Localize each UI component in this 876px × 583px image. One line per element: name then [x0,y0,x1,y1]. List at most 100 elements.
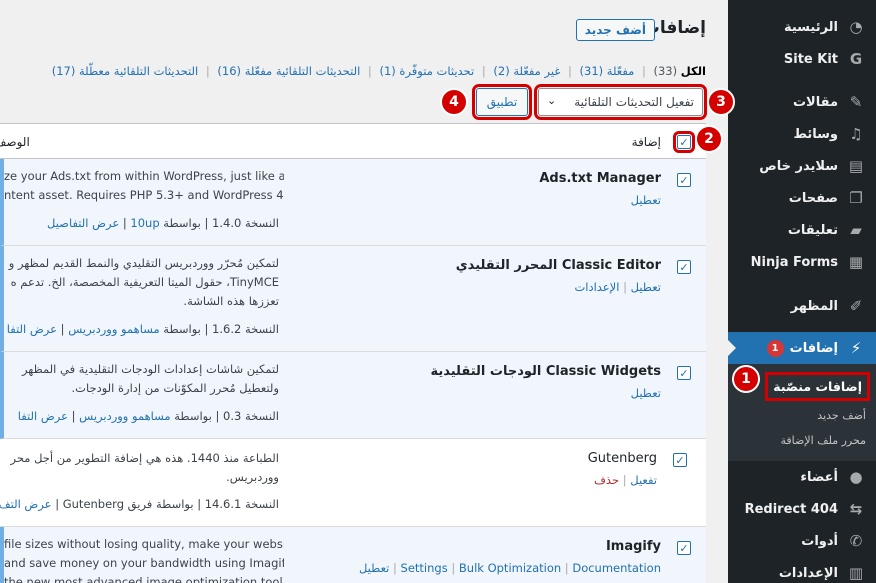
menu-label: أعضاء [800,469,838,485]
settings-link[interactable]: الإعدادات [574,280,619,294]
main-content: إضافات أضف جديد الكل (33) | مفعّلة (31) … [0,0,728,583]
page-icon: ❐ [849,189,863,207]
menu-pages[interactable]: ❐ صفحات [728,182,876,214]
row-checkbox[interactable]: ✓ [677,173,691,187]
settings-link[interactable]: Settings [401,561,448,575]
view-details-link[interactable]: عرض التفاصيل [47,216,119,230]
filter-auto-updates-enabled[interactable]: التحديثات التلقائية مفعّلة (16) [217,64,360,78]
menu-ninja-forms[interactable]: ▦ Ninja Forms [728,246,876,278]
menu-label: سلايدر خاص [759,158,838,174]
deactivate-link[interactable]: تعطيل [359,561,389,575]
plugin-version: النسخة 1.6.2 [212,322,279,336]
table-header: ✓ إضافة الوصف [0,124,706,159]
add-new-button[interactable]: أضف جديد [575,19,655,41]
update-count-badge: 1 [766,339,784,357]
plugin-version: النسخة 1.4.0 [212,216,279,230]
bulk-optimization-link[interactable]: Bulk Optimization [459,561,561,575]
filter-inactive[interactable]: غير مفعّلة (2) [493,64,560,78]
author-link[interactable]: 10up [130,216,159,230]
menu-label: أدوات [801,533,838,549]
author-link[interactable]: مساهمو ووردبريس [79,409,170,423]
separator: | [567,64,572,78]
plugin-version: النسخة 0.3 [223,409,279,423]
dashboard-icon: ◔ [849,18,863,36]
row-checkbox[interactable]: ✓ [673,453,687,467]
filter-updates[interactable]: تحديثات متوفّرة (1) [379,64,474,78]
row-checkbox[interactable]: ✓ [677,260,691,274]
delete-link[interactable]: حذف [594,473,619,487]
row-checkbox[interactable]: ✓ [677,541,691,555]
plugin-description: file sizes without losing quality, make … [4,535,284,583]
menu-label: وسائط [793,126,838,142]
slider-icon: ▤ [848,157,864,175]
bulk-action-select[interactable]: تفعيل التحديثات التلقائية ⌄ [534,84,707,120]
wrench-icon: ✆ [849,532,863,550]
menu-redirect-404[interactable]: ⇆ Redirect 404 [728,493,876,525]
filter-active[interactable]: مفعّلة (31) [580,64,635,78]
select-all-checkbox[interactable]: ✓ [673,131,695,153]
filter-all[interactable]: الكل [681,64,706,78]
apply-button[interactable]: تطبيق [472,84,532,120]
menu-media[interactable]: ♫ وسائط [728,118,876,150]
plugin-icon: ⚡ [850,339,862,357]
documentation-link[interactable]: Documentation [572,561,661,575]
chevron-down-icon: ⌄ [547,94,557,107]
menu-label: الإعدادات [778,565,838,581]
separator: | [367,64,372,78]
plugin-meta: النسخة 0.3 | بواسطة مساهمو ووردبريس | عر… [17,409,279,423]
redirect-icon: ⇆ [849,500,863,518]
step-marker-4: 4 [440,88,468,116]
menu-slider[interactable]: ▤ سلايدر خاص [728,150,876,182]
column-plugin[interactable]: إضافة [632,135,661,149]
row-actions: تعطيل [631,193,661,207]
plugin-meta: النسخة 1.6.2 | بواسطة مساهمو ووردبريس | … [6,322,279,336]
media-icon: ♫ [849,125,863,143]
row-actions: Settings | Bulk Optimization | Documenta… [358,561,661,575]
menu-plugins[interactable]: ⚡ إضافات 1 [728,332,876,364]
description-line: لتمكين مُحرّر ووردبريس التقليدي والنمط ا… [8,256,279,270]
filter-auto-updates-disabled[interactable]: التحديثات التلقائية معطّلة (17) [52,64,198,78]
column-description[interactable]: الوصف [0,135,279,149]
menu-comments[interactable]: ▰ تعليقات [728,214,876,246]
description-line: the new most advanced image optimization… [4,575,283,583]
menu-appearance[interactable]: ✐ المظهر [728,290,876,322]
activate-link[interactable]: تفعيل [630,473,657,487]
user-icon: ● [849,468,863,486]
submenu-plugin-editor[interactable]: محرر ملف الإضافة [728,428,876,453]
description-line: لتمكين شاشات إعدادات الودجات التقليدية ف… [21,362,279,376]
menu-site-kit[interactable]: G Site Kit [728,42,876,76]
installed-plugins-label: إضافات منصّبة [765,372,870,401]
view-details-link[interactable]: عرض التفا [18,409,68,423]
plugin-name: Gutenberg [587,451,657,466]
deactivate-link[interactable]: تعطيل [631,386,661,400]
view-details-link[interactable]: عرض التف [0,497,52,511]
view-details-link[interactable]: عرض التفا [7,322,57,336]
description-line: تعززها هذه الشاشة. [183,294,279,308]
menu-posts[interactable]: ✎ مقالات [728,86,876,118]
plugin-name: Classic Editor المحرر التقليدي [455,258,661,273]
separator: | [205,64,210,78]
submenu-add-new[interactable]: أضف جديد [728,403,876,428]
menu-tools[interactable]: ✆ أدوات [728,525,876,557]
plugin-name: Ads.txt Manager [539,171,661,186]
filter-all-count: (33) [653,64,678,78]
menu-label: Redirect 404 [744,501,838,517]
plugin-description: لتمكين مُحرّر ووردبريس التقليدي والنمط ا… [0,254,279,311]
plugin-name: Imagify [605,539,661,554]
step-marker-1: 1 [732,365,760,393]
deactivate-link[interactable]: تعطيل [631,193,661,207]
menu-users[interactable]: ● أعضاء [728,461,876,493]
menu-label: مقالات [792,94,838,110]
step-marker-3: 3 [707,88,735,116]
author-link[interactable]: مساهمو ووردبريس [68,322,159,336]
table-row: ✓ Gutenberg تفعيل | حذف الطباعة منذ 1440… [0,439,706,527]
pin-icon: ✎ [849,93,863,111]
menu-label: تعليقات [787,222,838,238]
bulk-action-value: تفعيل التحديثات التلقائية [574,95,694,109]
description-line: الطباعة منذ 1440. هذه هي إضافة التطوير م… [10,451,280,465]
deactivate-link[interactable]: تعطيل [631,280,661,294]
row-checkbox[interactable]: ✓ [677,366,691,380]
menu-settings[interactable]: ▥ الإعدادات [728,557,876,583]
menu-dashboard[interactable]: ◔ الرئيسية [728,12,876,42]
separator: | [641,64,646,78]
